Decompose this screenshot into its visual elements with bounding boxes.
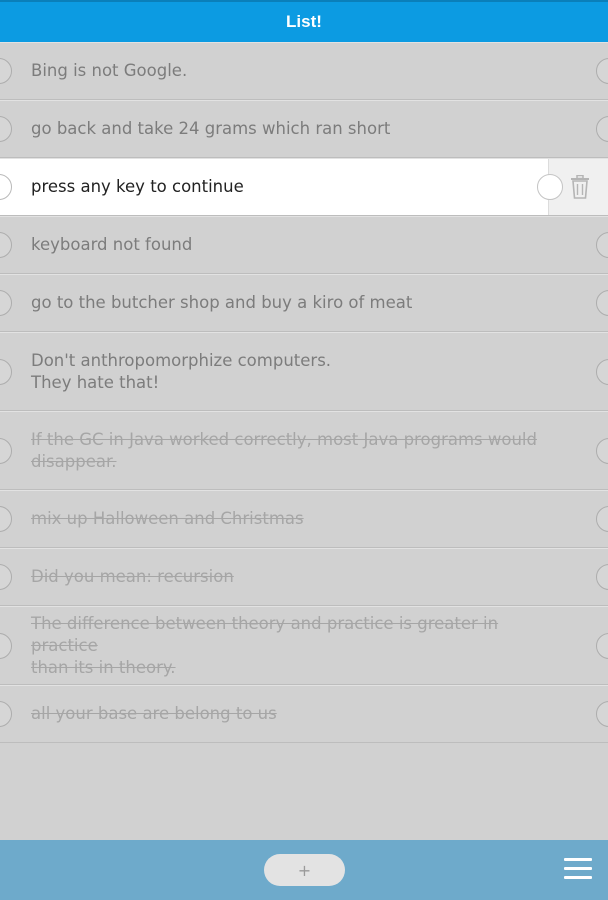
item-text: go to the butcher shop and buy a kiro of…: [31, 293, 413, 312]
item-text: press any key to continue: [31, 177, 244, 196]
delete-panel: [537, 159, 608, 215]
list-item-completed[interactable]: mix up Halloween and Christmas: [0, 490, 608, 548]
list-item-completed[interactable]: If the GC in Java worked correctly, most…: [0, 411, 608, 490]
item-handle[interactable]: [596, 358, 608, 385]
list-item[interactable]: Don't anthropomorphize computers. They h…: [0, 332, 608, 411]
page-title: List!: [286, 12, 322, 31]
list-item[interactable]: go to the butcher shop and buy a kiro of…: [0, 274, 608, 332]
item-checkbox[interactable]: [0, 632, 12, 659]
item-checkbox[interactable]: [0, 58, 12, 84]
list-item-selected[interactable]: press any key to continue: [0, 158, 608, 216]
item-handle[interactable]: [596, 701, 608, 727]
item-handle[interactable]: [537, 174, 563, 200]
trash-icon[interactable]: [570, 175, 590, 199]
item-text: The difference between theory and practi…: [31, 613, 499, 677]
item-text: keyboard not found: [31, 235, 193, 254]
item-handle[interactable]: [596, 58, 608, 84]
item-text: Bing is not Google.: [31, 61, 188, 80]
list-item-completed[interactable]: all your base are belong to us: [0, 685, 608, 743]
item-text: Don't anthropomorphize computers. They h…: [31, 350, 332, 392]
item-handle[interactable]: [596, 564, 608, 590]
add-item-button[interactable]: +: [264, 854, 345, 886]
item-handle[interactable]: [596, 437, 608, 464]
list-item-completed[interactable]: Did you mean: recursion: [0, 548, 608, 606]
todo-list: Bing is not Google. go back and take 24 …: [0, 42, 608, 743]
item-handle[interactable]: [596, 232, 608, 258]
bottom-bar: +: [0, 840, 608, 900]
item-handle[interactable]: [596, 290, 608, 316]
plus-icon: +: [297, 860, 312, 880]
item-text: go back and take 24 grams which ran shor…: [31, 119, 391, 138]
list-item[interactable]: keyboard not found: [0, 216, 608, 274]
item-checkbox[interactable]: [0, 701, 12, 727]
item-checkbox[interactable]: [0, 290, 12, 316]
item-checkbox[interactable]: [0, 564, 12, 590]
item-text: all your base are belong to us: [31, 704, 277, 723]
list-item-completed[interactable]: The difference between theory and practi…: [0, 606, 608, 685]
item-checkbox[interactable]: [0, 116, 12, 142]
item-handle[interactable]: [596, 116, 608, 142]
list-item[interactable]: Bing is not Google.: [0, 42, 608, 100]
item-handle[interactable]: [596, 632, 608, 659]
menu-icon[interactable]: [564, 858, 592, 882]
item-text: Did you mean: recursion: [31, 567, 234, 586]
app-header: List!: [0, 0, 608, 42]
item-handle[interactable]: [596, 506, 608, 532]
list-item[interactable]: go back and take 24 grams which ran shor…: [0, 100, 608, 158]
item-checkbox[interactable]: [0, 437, 12, 464]
item-checkbox[interactable]: [0, 358, 12, 385]
item-checkbox[interactable]: [0, 506, 12, 532]
item-text: If the GC in Java worked correctly, most…: [31, 429, 537, 471]
item-checkbox[interactable]: [0, 232, 12, 258]
item-text: mix up Halloween and Christmas: [31, 509, 304, 528]
item-checkbox[interactable]: [0, 174, 12, 200]
